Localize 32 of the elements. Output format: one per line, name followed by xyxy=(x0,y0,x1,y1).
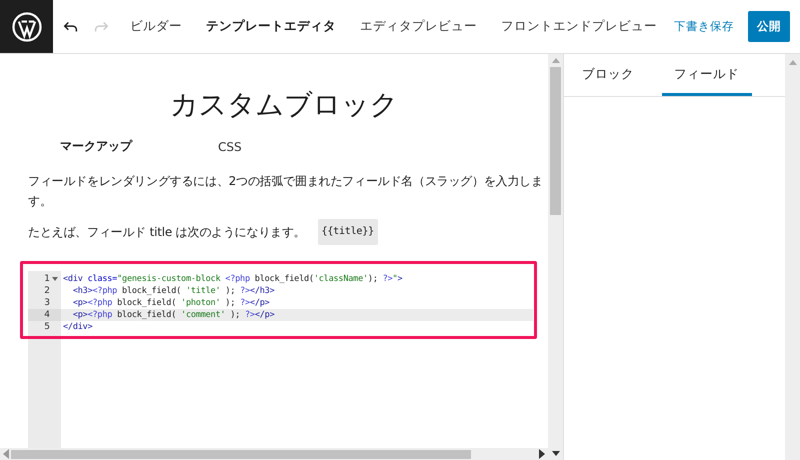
sidebar-tab[interactable]: フィールド xyxy=(662,54,752,96)
block-title: カスタムブロック xyxy=(169,87,399,123)
editor-tab[interactable]: マークアップ xyxy=(58,138,218,163)
scroll-up-icon[interactable] xyxy=(552,58,560,63)
line-number: 4 xyxy=(44,310,50,320)
code-line: </div> xyxy=(62,321,94,333)
scroll-down-icon[interactable] xyxy=(552,451,560,456)
editor-tab[interactable]: CSS xyxy=(218,138,378,163)
example-text: たとえば、フィールド title は次のようになります。 xyxy=(28,224,306,241)
code-line: <h3><?php block_field( 'title' ); ?></h3> xyxy=(72,285,276,297)
scrollbar-thumb[interactable] xyxy=(550,67,561,215)
scroll-up-icon[interactable] xyxy=(788,60,796,65)
nav-tab[interactable]: フロントエンドプレビュー xyxy=(492,12,666,41)
code-line: <div class="genesis-custom-block <?php block_field('className'); ?>"> xyxy=(62,273,404,285)
scroll-left-icon[interactable] xyxy=(3,449,9,459)
help-text: フィールドをレンダリングするには、2つの括弧で囲まれたフィールド名（スラッグ）を入力します。 xyxy=(28,173,544,210)
wordpress-logo-icon[interactable] xyxy=(0,0,53,53)
line-number: 2 xyxy=(44,286,50,296)
example-code: {{title}} xyxy=(318,219,378,245)
scroll-right-icon[interactable] xyxy=(539,449,545,459)
line-number: 1 xyxy=(44,274,50,284)
publish-button[interactable]: 公開 xyxy=(748,11,790,42)
nav-tab[interactable]: テンプレートエディタ xyxy=(197,12,345,41)
sidebar-tab[interactable]: ブロック xyxy=(570,54,660,96)
fold-caret-icon[interactable] xyxy=(52,277,58,281)
scrollbar-thumb[interactable] xyxy=(11,450,471,458)
nav-tab[interactable]: エディタプレビュー xyxy=(351,12,486,41)
nav-tab[interactable]: ビルダー xyxy=(121,12,191,41)
code-line: <p><?php block_field( 'photon' ); ?></p> xyxy=(72,297,271,309)
line-number: 3 xyxy=(44,298,50,308)
line-number: 5 xyxy=(44,322,50,332)
save-draft-button[interactable]: 下書き保存 xyxy=(668,13,740,40)
